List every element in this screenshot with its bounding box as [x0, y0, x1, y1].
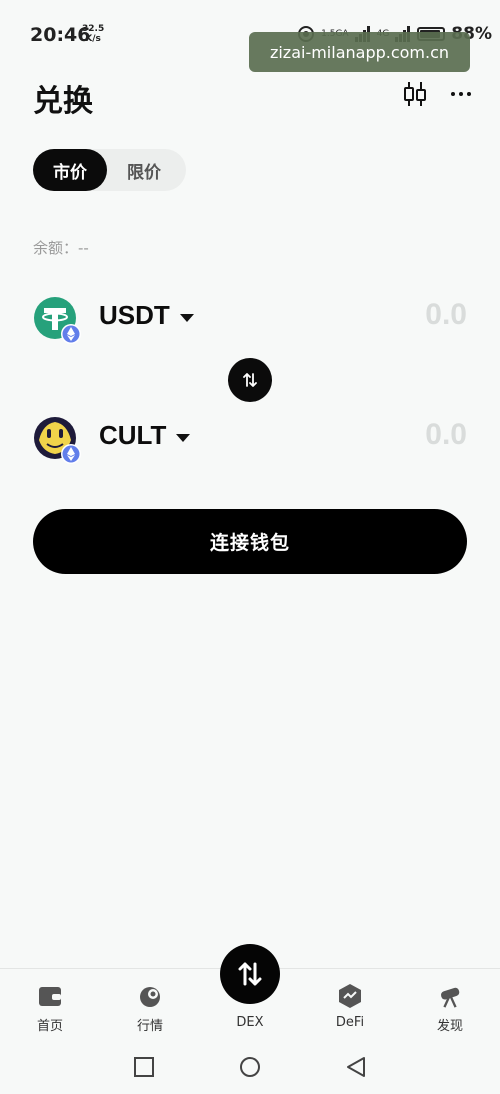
back-button[interactable] [345, 1056, 367, 1078]
network-speed-unit: K/s [85, 34, 101, 44]
nav-dex-label: DEX [236, 1015, 264, 1030]
system-navigation-bar [0, 1040, 500, 1094]
more-dot-icon [467, 92, 471, 96]
candlestick-icon [404, 82, 426, 106]
more-options-button[interactable] [446, 82, 476, 106]
chevron-down-icon[interactable] [180, 314, 194, 322]
nav-dex-button[interactable] [220, 944, 280, 1004]
nav-discover-label: 发现 [436, 1019, 463, 1034]
more-dot-icon [459, 92, 463, 96]
swap-direction-button[interactable] [228, 358, 272, 402]
network-speed: 32.5 K/s [82, 24, 104, 44]
nav-defi-label: DeFi [335, 1015, 365, 1030]
defi-icon [337, 983, 363, 1009]
circle-icon [240, 1057, 260, 1077]
home-button[interactable] [239, 1056, 261, 1078]
watermark: zizai-milanapp.com.cn [249, 32, 470, 72]
nav-home[interactable]: 首页 [20, 983, 80, 1034]
nav-home-label: 首页 [36, 1019, 63, 1034]
tether-icon[interactable] [33, 296, 81, 344]
market-icon [137, 983, 163, 1009]
to-token-symbol[interactable]: CULT [99, 420, 166, 451]
tab-market[interactable]: 市价 [33, 149, 107, 191]
cult-icon[interactable] [33, 416, 81, 464]
nav-defi[interactable]: DeFi [320, 983, 380, 1030]
to-token-row: CULT 0.0 [33, 416, 467, 476]
triangle-back-icon [347, 1057, 365, 1077]
swap-arrows-icon [238, 962, 262, 986]
page-title: 兑换 [33, 84, 93, 119]
to-amount-input[interactable]: 0.0 [425, 418, 467, 452]
kline-chart-button[interactable] [402, 80, 428, 108]
more-dot-icon [451, 92, 455, 96]
nav-discover[interactable]: 发现 [420, 983, 480, 1034]
from-token-row: USDT 0.0 [33, 296, 467, 356]
recent-apps-button[interactable] [133, 1056, 155, 1078]
balance-label: 余额： [33, 239, 79, 257]
balance-value: -- [78, 239, 89, 257]
telescope-icon [437, 983, 463, 1009]
connect-wallet-button[interactable]: 连接钱包 [33, 509, 467, 574]
tab-limit[interactable]: 限价 [107, 149, 181, 191]
from-amount-input[interactable]: 0.0 [425, 298, 467, 332]
from-token-symbol[interactable]: USDT [99, 300, 170, 331]
nav-market-label: 行情 [136, 1019, 163, 1034]
order-type-tabs: 市价 限价 [33, 149, 186, 191]
nav-market[interactable]: 行情 [120, 983, 180, 1034]
square-icon [134, 1057, 154, 1077]
balance-line: 余额：-- [33, 237, 89, 258]
swap-arrows-icon [243, 373, 257, 387]
wallet-icon [37, 983, 63, 1009]
chevron-down-icon[interactable] [176, 434, 190, 442]
network-speed-value: 32.5 [82, 24, 105, 34]
